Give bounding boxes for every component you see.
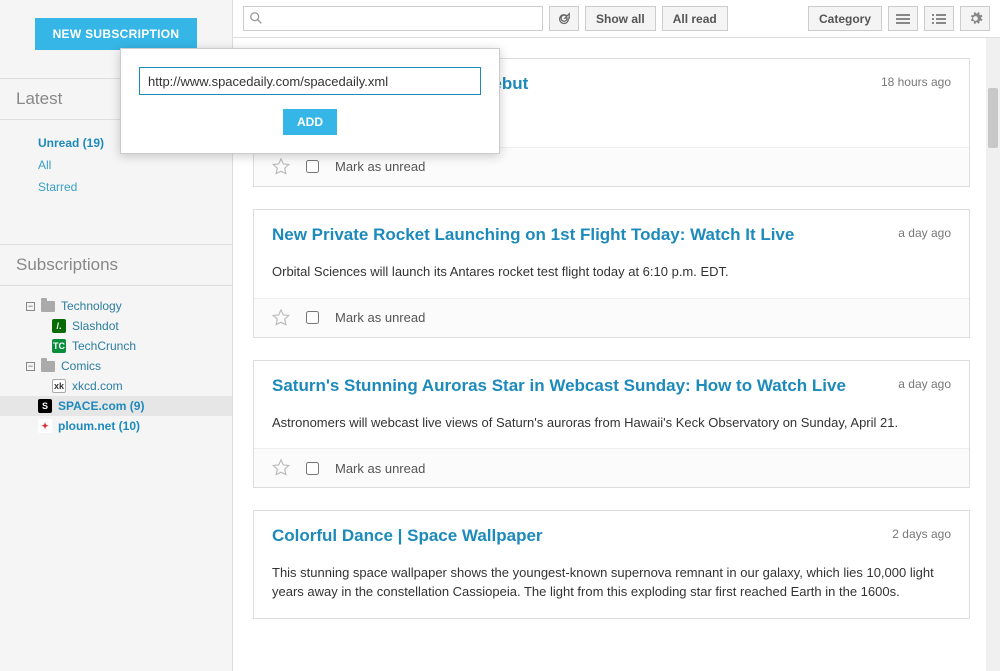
article-summary: This stunning space wallpaper shows the … bbox=[272, 564, 951, 602]
folder-technology[interactable]: − Technology bbox=[0, 296, 232, 316]
mark-unread-checkbox[interactable] bbox=[306, 160, 319, 173]
list-wide-icon bbox=[896, 13, 910, 25]
feed-spacecom[interactable]: S SPACE.com (9) bbox=[0, 396, 232, 416]
collapse-icon[interactable]: − bbox=[26, 362, 35, 371]
article-summary: Orbital Sciences will launch its Antares… bbox=[272, 263, 951, 282]
view-list-button[interactable] bbox=[888, 6, 918, 31]
star-icon[interactable] bbox=[272, 309, 290, 327]
star-icon[interactable] bbox=[272, 158, 290, 176]
new-subscription-button[interactable]: NEW SUBSCRIPTION bbox=[35, 18, 198, 50]
refresh-icon bbox=[557, 12, 571, 26]
article-title[interactable]: Saturn's Stunning Auroras Star in Webcas… bbox=[272, 375, 846, 398]
article-card: New Private Rocket Launching on 1st Flig… bbox=[253, 209, 970, 338]
refresh-button[interactable] bbox=[549, 6, 579, 31]
feed-icon: ✦ bbox=[38, 419, 52, 433]
folder-label: Technology bbox=[61, 299, 122, 313]
folder-label: Comics bbox=[61, 359, 101, 373]
folder-icon bbox=[41, 361, 55, 372]
feed-icon: xk bbox=[52, 379, 66, 393]
sidebar-all[interactable]: All bbox=[38, 154, 232, 176]
add-subscription-popup: ADD bbox=[120, 48, 500, 154]
settings-button[interactable] bbox=[960, 6, 990, 31]
article-time: 2 days ago bbox=[892, 525, 951, 548]
subscriptions-header: Subscriptions bbox=[0, 244, 232, 286]
gear-icon bbox=[968, 11, 983, 26]
folder-comics[interactable]: − Comics bbox=[0, 356, 232, 376]
mark-unread-checkbox[interactable] bbox=[306, 311, 319, 324]
mark-unread-label: Mark as unread bbox=[335, 159, 425, 174]
feed-icon: TC bbox=[52, 339, 66, 353]
category-button[interactable]: Category bbox=[808, 6, 882, 31]
search-icon bbox=[249, 11, 263, 25]
list-compact-icon bbox=[932, 13, 946, 25]
feed-ploum[interactable]: ✦ ploum.net (10) bbox=[0, 416, 232, 436]
feed-icon: /. bbox=[52, 319, 66, 333]
mark-unread-label: Mark as unread bbox=[335, 461, 425, 476]
article-time: a day ago bbox=[898, 375, 951, 398]
feed-label: SPACE.com (9) bbox=[58, 399, 144, 413]
feed-techcrunch[interactable]: TC TechCrunch bbox=[0, 336, 232, 356]
article-card: Saturn's Stunning Auroras Star in Webcas… bbox=[253, 360, 970, 489]
article-card: Colorful Dance | Space Wallpaper 2 days … bbox=[253, 510, 970, 619]
star-icon[interactable] bbox=[272, 459, 290, 477]
article-time: a day ago bbox=[898, 224, 951, 247]
article-title[interactable]: Colorful Dance | Space Wallpaper bbox=[272, 525, 543, 548]
feed-label: Slashdot bbox=[72, 319, 119, 333]
toolbar: Show all All read Category bbox=[233, 0, 1000, 38]
show-all-button[interactable]: Show all bbox=[585, 6, 656, 31]
feed-label: xkcd.com bbox=[72, 379, 123, 393]
article-time: 18 hours ago bbox=[881, 73, 951, 96]
sidebar-starred[interactable]: Starred bbox=[38, 176, 232, 198]
feed-xkcd[interactable]: xk xkcd.com bbox=[0, 376, 232, 396]
feed-slashdot[interactable]: /. Slashdot bbox=[0, 316, 232, 336]
article-summary: Astronomers will webcast live views of S… bbox=[272, 414, 951, 433]
add-button[interactable]: ADD bbox=[283, 109, 337, 135]
collapse-icon[interactable]: − bbox=[26, 302, 35, 311]
folder-icon bbox=[41, 301, 55, 312]
feed-label: ploum.net (10) bbox=[58, 419, 140, 433]
feed-url-input[interactable] bbox=[139, 67, 481, 95]
mark-unread-checkbox[interactable] bbox=[306, 462, 319, 475]
scrollbar-thumb[interactable] bbox=[988, 88, 998, 148]
all-read-button[interactable]: All read bbox=[662, 6, 728, 31]
feed-label: TechCrunch bbox=[72, 339, 136, 353]
article-title[interactable]: New Private Rocket Launching on 1st Flig… bbox=[272, 224, 794, 247]
mark-unread-label: Mark as unread bbox=[335, 310, 425, 325]
scrollbar[interactable] bbox=[986, 38, 1000, 671]
feed-icon: S bbox=[38, 399, 52, 413]
view-compact-button[interactable] bbox=[924, 6, 954, 31]
search-input[interactable] bbox=[243, 6, 543, 31]
